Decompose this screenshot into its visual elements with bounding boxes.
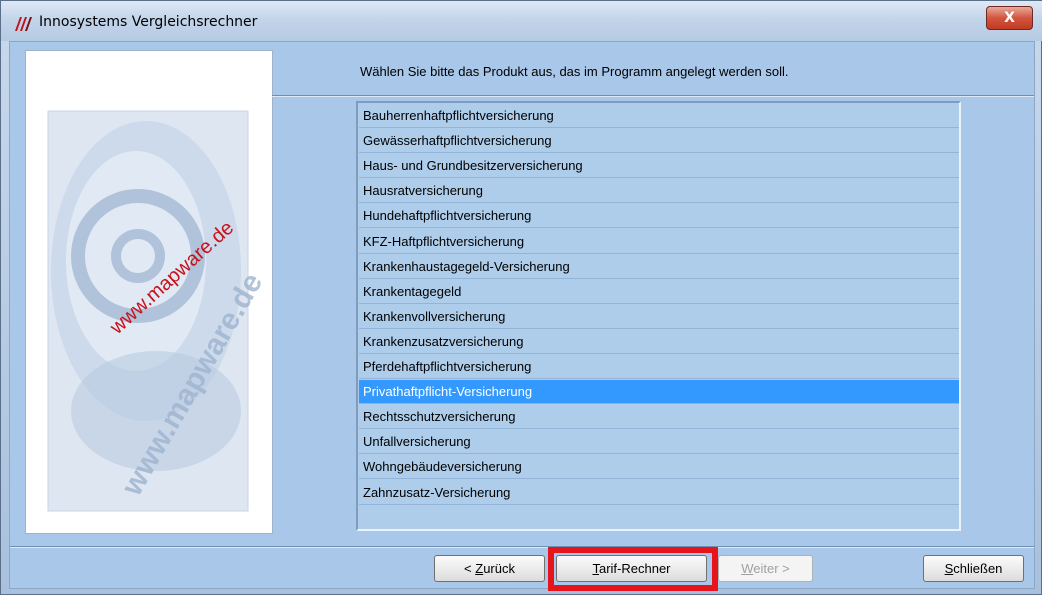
- product-list-item[interactable]: Privathaftpflicht-Versicherung: [359, 380, 959, 405]
- product-list-item[interactable]: Haus- und Grundbesitzerversicherung: [359, 154, 959, 179]
- product-list-item[interactable]: Rechtsschutzversicherung: [359, 405, 959, 430]
- instruction-text: Wählen Sie bitte das Produkt aus, das im…: [360, 64, 789, 79]
- sidebar-image-panel: www.mapware.de www.mapware.de: [25, 50, 273, 534]
- app-logo-icon: [15, 17, 32, 31]
- product-list-item[interactable]: Krankenhaustagegeld-Versicherung: [359, 255, 959, 279]
- product-list-item[interactable]: Gewässerhaftpflichtversicherung: [359, 129, 959, 154]
- tarif-button-label: arif-Rechner: [598, 561, 671, 576]
- close-button-label: chließen: [953, 561, 1003, 576]
- next-button-label: eiter >: [753, 561, 790, 576]
- app-window: Innosystems Vergleichsrechner X www.mapw: [0, 0, 1042, 595]
- product-list-item[interactable]: Zahnzusatz-Versicherung: [359, 481, 959, 505]
- product-list-item[interactable]: KFZ-Haftpflichtversicherung: [359, 230, 959, 254]
- product-list-item[interactable]: Hundehaftpflichtversicherung: [359, 204, 959, 229]
- window-close-button[interactable]: X: [986, 6, 1033, 30]
- product-list-item[interactable]: Wohngebäudeversicherung: [359, 455, 959, 480]
- title-bar[interactable]: Innosystems Vergleichsrechner X: [1, 1, 1042, 41]
- mapware-watermark-image: www.mapware.de www.mapware.de: [47, 110, 269, 512]
- product-list-item[interactable]: Unfallversicherung: [359, 430, 959, 455]
- next-button[interactable]: Weiter >: [718, 555, 813, 582]
- back-button-label: urück: [483, 561, 515, 576]
- close-button-mnemonic: S: [944, 561, 954, 576]
- product-listbox[interactable]: Bauherrenhaftpflichtversicherung Gewässer…: [356, 101, 961, 531]
- back-button-prefix: <: [464, 561, 476, 576]
- product-list-item[interactable]: Krankentagegeld: [359, 280, 959, 304]
- next-button-mnemonic: W: [741, 561, 754, 576]
- header-divider: [272, 95, 1034, 97]
- product-list-item[interactable]: Hausratversicherung: [359, 179, 959, 204]
- product-list-item[interactable]: Krankenvollversicherung: [359, 305, 959, 329]
- tarif-rechner-button[interactable]: Tarif-Rechner: [556, 555, 707, 582]
- dialog-client-area: www.mapware.de www.mapware.de Wählen Sie…: [9, 41, 1035, 591]
- footer-divider: [10, 546, 1034, 548]
- product-list-item[interactable]: Bauherrenhaftpflichtversicherung: [359, 104, 959, 128]
- back-button-mnemonic: Z: [475, 561, 484, 576]
- product-list-item[interactable]: Pferdehaftpflichtversicherung: [359, 355, 959, 379]
- window-title: Innosystems Vergleichsrechner: [39, 14, 258, 30]
- back-button[interactable]: < Zurück: [434, 555, 545, 582]
- close-dialog-button[interactable]: Schließen: [923, 555, 1024, 582]
- product-list-item[interactable]: Krankenzusatzversicherung: [359, 330, 959, 354]
